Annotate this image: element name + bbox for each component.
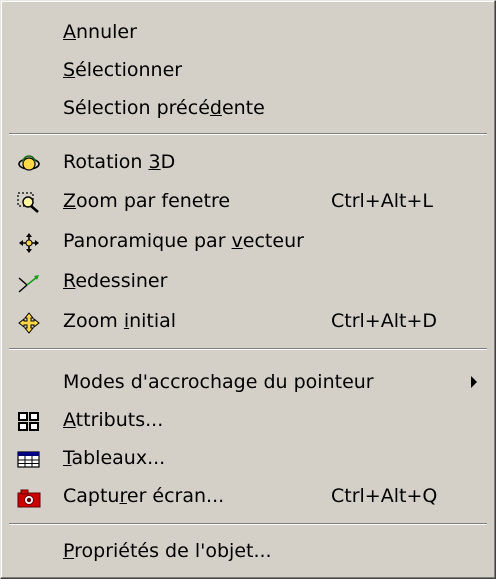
menu-item-redessiner[interactable]: Redessiner [1,263,495,299]
redraw-icon [17,270,41,293]
menu-item-panoramique-par-vecteur[interactable]: Panoramique par vecteur [1,223,495,259]
menu-item-tableaux[interactable]: Tableaux... [1,440,495,476]
menu-item-zoom-par-fenetre[interactable]: Zoom par fenetre Ctrl+Alt+L [1,183,495,219]
menu-separator [9,523,487,525]
context-menu: Annuler Sélectionner Sélection précédent… [0,0,496,579]
menu-item-zoom-initial[interactable]: Zoom initial Ctrl+Alt+D [1,303,495,339]
attributes-grid-icon [17,409,41,431]
camera-icon [17,485,41,508]
submenu-arrow-icon [471,376,477,388]
orbit-icon [17,151,41,173]
menu-item-annuler[interactable]: Annuler [1,14,495,50]
menu-item-selection-precedente[interactable]: Sélection précédente [1,90,495,126]
menu-item-capturer-ecran[interactable]: Capturer écran... Ctrl+Alt+Q [1,478,495,514]
pan-arrows-icon [17,230,41,253]
zoom-window-icon [17,190,41,213]
menu-item-selectionner[interactable]: Sélectionner [1,52,495,88]
shortcut-label: Ctrl+Alt+L [331,190,433,212]
menu-item-proprietes-objet[interactable]: Propriétés de l'objet... [1,533,495,569]
menu-separator [9,133,487,135]
menu-item-modes-accrochage[interactable]: Modes d'accrochage du pointeur [1,364,495,400]
zoom-extents-icon [17,310,41,334]
menu-item-rotation-3d[interactable]: Rotation 3D [1,144,495,180]
menu-item-attributs[interactable]: Attributs... [1,402,495,438]
shortcut-label: Ctrl+Alt+D [331,310,438,332]
menu-separator [9,348,487,350]
shortcut-label: Ctrl+Alt+Q [331,485,438,507]
table-icon [17,447,41,469]
